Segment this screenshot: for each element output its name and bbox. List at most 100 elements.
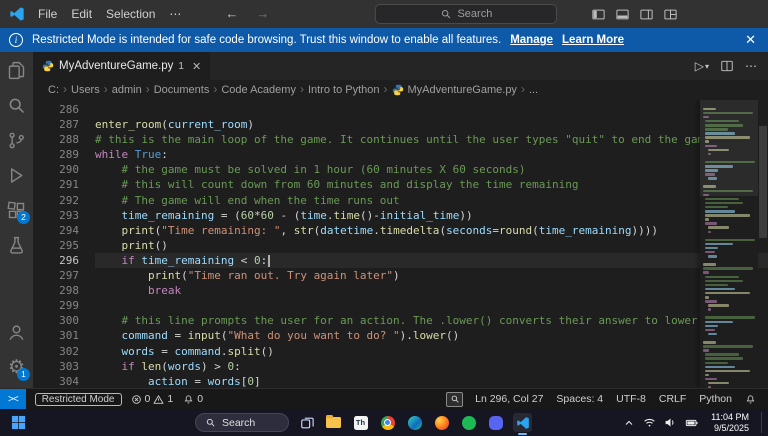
notifications-bell-icon[interactable]	[740, 394, 761, 405]
eol-status[interactable]: CRLF	[654, 393, 691, 405]
breadcrumb-code-academy[interactable]: Code Academy	[221, 84, 296, 96]
language-mode-status[interactable]: Python	[694, 393, 737, 405]
remote-indicator[interactable]: ><	[0, 389, 26, 409]
menu-edit[interactable]: Edit	[64, 7, 99, 21]
tray-chevron-up-icon[interactable]	[623, 417, 635, 429]
spotify-icon[interactable]	[459, 413, 478, 432]
close-tab-icon[interactable]: ✕	[192, 60, 201, 73]
line-number[interactable]: 294	[33, 223, 79, 238]
code-editor[interactable]: 286 287 288 289 290 291 292 293 294 295 296 297 298 2…	[33, 100, 768, 388]
taskbar-clock[interactable]: 11:04 PM 9/5/2025	[707, 412, 753, 433]
editor-more-actions-icon[interactable]: ⋯	[745, 59, 757, 73]
line-number[interactable]: 298	[33, 283, 79, 298]
line-number[interactable]: 304	[33, 374, 79, 388]
show-desktop-button[interactable]	[761, 412, 765, 433]
search-sidebar-icon[interactable]	[0, 88, 33, 123]
source-control-icon[interactable]	[0, 123, 33, 158]
testing-icon[interactable]	[0, 228, 33, 263]
chrome-icon[interactable]	[378, 413, 397, 432]
task-view-icon[interactable]	[297, 413, 316, 432]
breadcrumb-intro-to-python[interactable]: Intro to Python	[308, 84, 380, 96]
code-line[interactable]: action = words[0]	[95, 374, 768, 388]
toggle-sidebar-icon[interactable]	[591, 7, 606, 22]
code-line[interactable]: enter_room(current_room)	[95, 117, 768, 132]
line-number[interactable]: 287	[33, 117, 79, 132]
extensions-icon[interactable]: 2	[0, 193, 33, 228]
line-number[interactable]: 303	[33, 359, 79, 374]
manage-link[interactable]: Manage	[510, 34, 553, 46]
code-line[interactable]: # this is the main loop of the game. It …	[95, 132, 768, 147]
problems-status[interactable]: 0 1	[126, 393, 179, 405]
breadcrumb-users[interactable]: Users	[71, 84, 100, 96]
line-number[interactable]: 300	[33, 313, 79, 328]
code-line[interactable]: command = input("What do you want to do?…	[95, 328, 768, 343]
line-number[interactable]: 288	[33, 132, 79, 147]
code-line[interactable]	[95, 298, 768, 313]
code-line[interactable]: print("Time ran out. Try again later")	[95, 268, 768, 283]
minimap-slider[interactable]	[700, 100, 758, 196]
split-editor-icon[interactable]	[720, 59, 734, 73]
line-number[interactable]: 301	[33, 328, 79, 343]
breadcrumb-filename[interactable]: MyAdventureGame.py	[408, 84, 517, 96]
account-icon[interactable]	[0, 315, 33, 350]
navigate-back-icon[interactable]: ←	[216, 6, 247, 21]
customize-layout-icon[interactable]	[663, 7, 678, 22]
toggle-panel-icon[interactable]	[615, 7, 630, 22]
taskbar-search[interactable]: Search	[195, 413, 289, 432]
settings-gear-icon[interactable]: ⚙ 1	[0, 350, 33, 385]
code-line[interactable]: print("Time remaining: ", str(datetime.t…	[95, 223, 768, 238]
menu-selection[interactable]: Selection	[99, 7, 162, 21]
breadcrumb-drive[interactable]: C:	[48, 84, 59, 96]
volume-icon[interactable]	[664, 416, 677, 429]
run-python-file-button[interactable]: ▷ ▾	[695, 59, 709, 73]
editor-scrollbar[interactable]	[758, 100, 768, 388]
encoding-status[interactable]: UTF-8	[611, 393, 651, 405]
code-line[interactable]: # The game will end when the time runs o…	[95, 193, 768, 208]
notifications-count-status[interactable]: 0	[178, 393, 208, 405]
line-number[interactable]: 296	[33, 253, 79, 268]
code-line[interactable]: # the game must be solved in 1 hour (60 …	[95, 162, 768, 177]
restricted-mode-status[interactable]: Restricted Mode	[34, 392, 122, 406]
line-number[interactable]: 291	[33, 177, 79, 192]
code-line[interactable]: # this line prompts the user for an acti…	[95, 313, 768, 328]
line-number[interactable]: 297	[33, 268, 79, 283]
scrollbar-thumb[interactable]	[759, 126, 767, 238]
breadcrumb-symbol-more[interactable]: ...	[529, 84, 538, 96]
code-line[interactable]: print()	[95, 238, 768, 253]
discord-icon[interactable]	[486, 413, 505, 432]
vscode-taskbar-icon[interactable]	[513, 413, 532, 435]
toggle-secondary-sidebar-icon[interactable]	[639, 7, 654, 22]
code-line[interactable]: if len(words) > 0:	[95, 359, 768, 374]
line-number[interactable]: 302	[33, 344, 79, 359]
cursor-position-status[interactable]: Ln 296, Col 27	[470, 393, 548, 405]
start-button[interactable]	[0, 415, 37, 430]
code-line[interactable]: if time_remaining < 0:	[95, 252, 768, 269]
learn-more-link[interactable]: Learn More	[562, 34, 624, 46]
line-number[interactable]: 295	[33, 238, 79, 253]
explorer-icon[interactable]	[0, 53, 33, 88]
line-number[interactable]: 299	[33, 298, 79, 313]
zoom-indicator[interactable]	[446, 391, 464, 407]
code-line[interactable]: while True:	[95, 147, 768, 162]
menu-file[interactable]: File	[31, 7, 64, 21]
line-number[interactable]: 292	[33, 193, 79, 208]
close-banner-icon[interactable]: ✕	[742, 32, 759, 48]
indentation-status[interactable]: Spaces: 4	[551, 393, 608, 405]
navigate-forward-icon[interactable]: →	[247, 6, 278, 21]
minimap[interactable]	[700, 100, 758, 388]
tab-myadventuregame[interactable]: MyAdventureGame.py 1 ✕	[33, 52, 211, 80]
code-line[interactable]: # this will count down from 60 minutes a…	[95, 177, 768, 192]
battery-icon[interactable]	[685, 416, 699, 430]
code-line[interactable]: time_remaining = (60*60 - (time.time()-i…	[95, 208, 768, 223]
code-line[interactable]: words = command.split()	[95, 344, 768, 359]
line-number[interactable]: 286	[33, 102, 79, 117]
run-debug-icon[interactable]	[0, 158, 33, 193]
line-number[interactable]: 290	[33, 162, 79, 177]
line-number[interactable]: 289	[33, 147, 79, 162]
breadcrumb-admin[interactable]: admin	[112, 84, 142, 96]
edge-icon[interactable]	[405, 413, 424, 432]
file-explorer-icon[interactable]	[324, 413, 343, 432]
code-line[interactable]: break	[95, 283, 768, 298]
menu-more-icon[interactable]: ⋯	[162, 7, 188, 21]
code-line[interactable]	[95, 102, 768, 117]
